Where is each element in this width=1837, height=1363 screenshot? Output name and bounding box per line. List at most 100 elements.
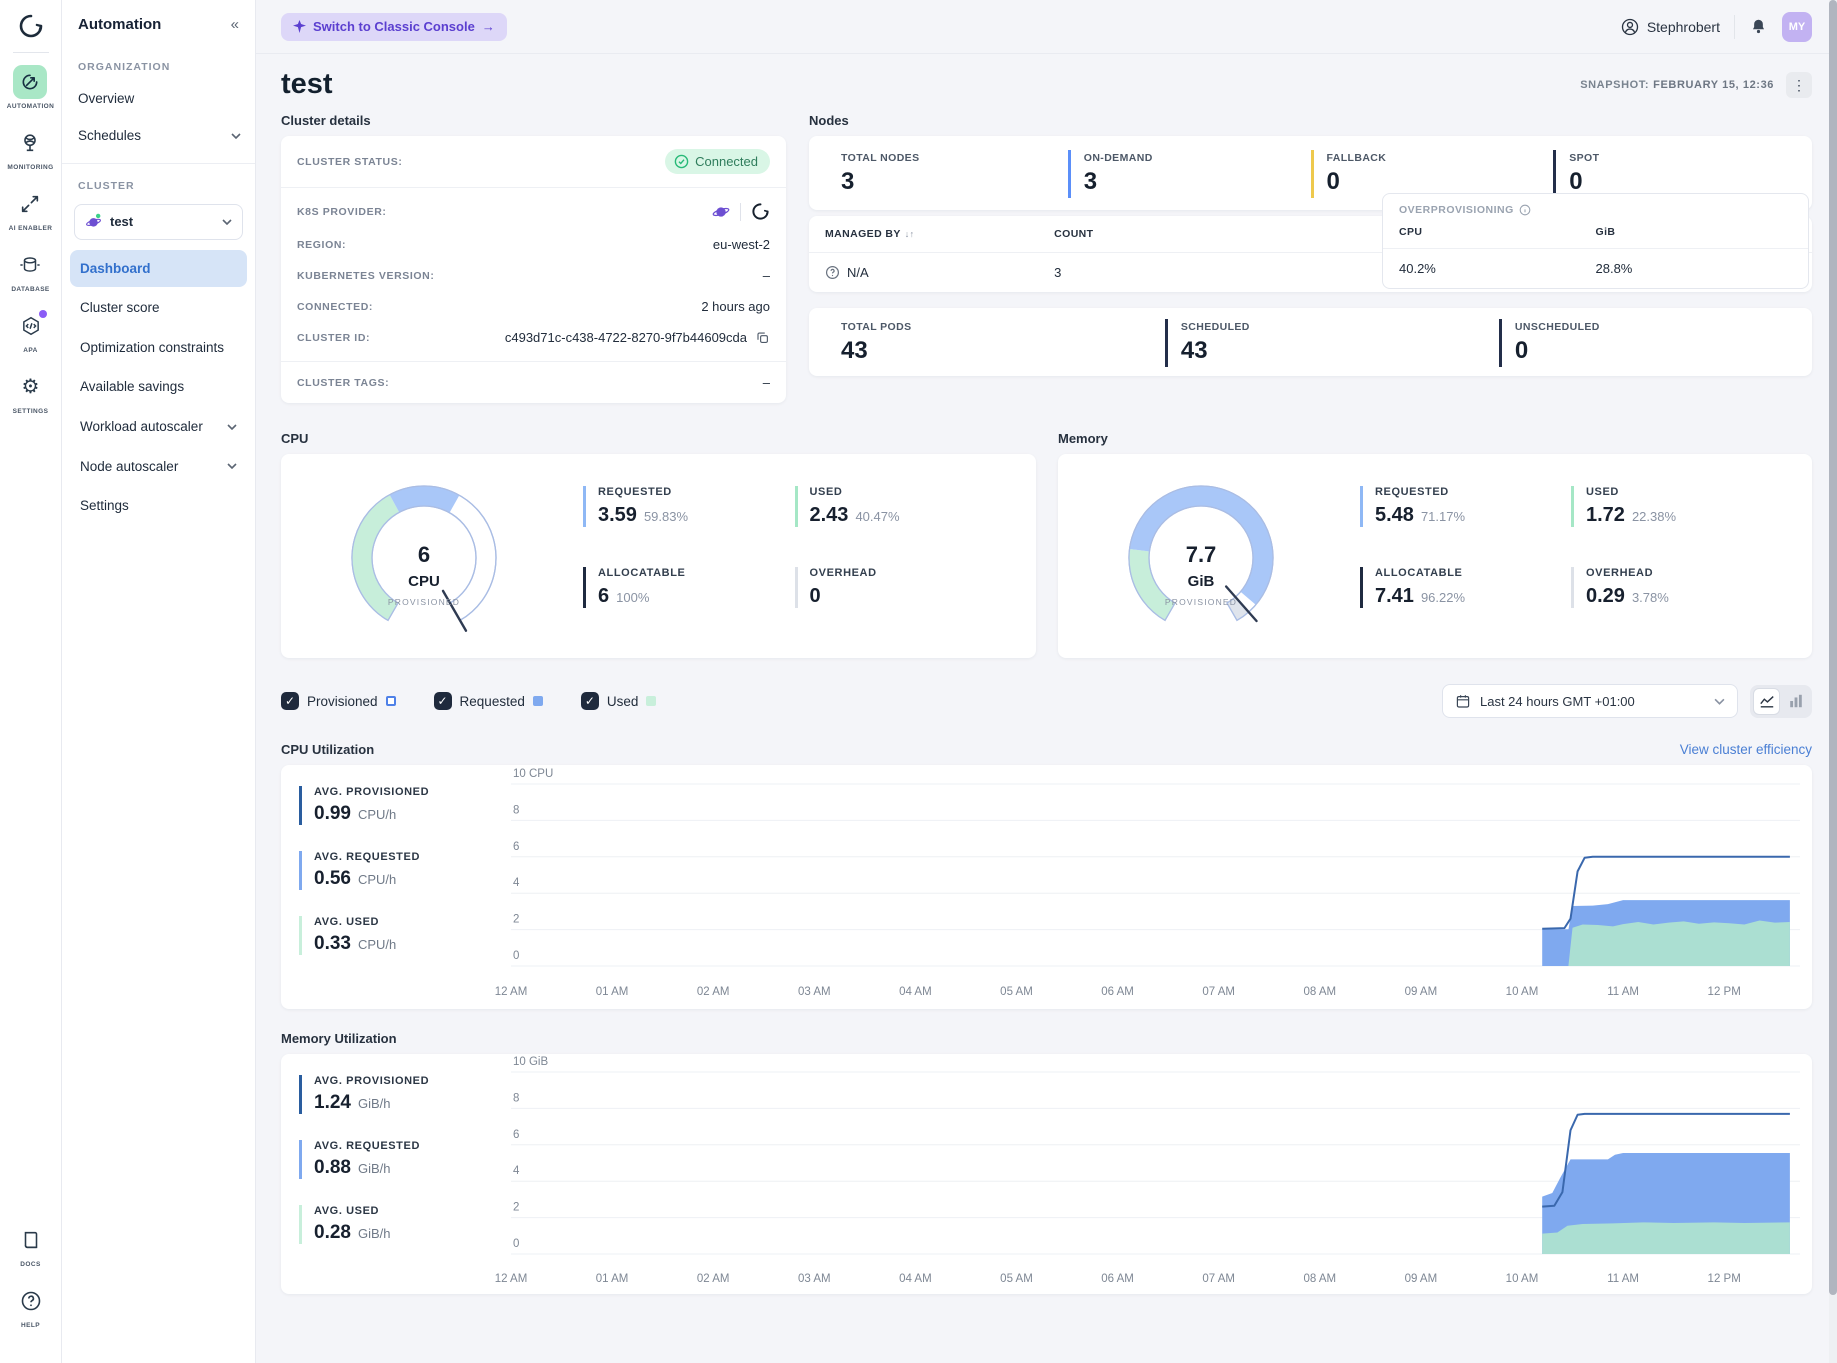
view-cluster-efficiency-link[interactable]: View cluster efficiency (1680, 742, 1812, 757)
memory-title: Memory (1058, 431, 1812, 446)
stat-total-pods: TOTAL PODS 43 (825, 319, 1165, 367)
rail-item-ai-enabler[interactable]: AI ENABLER (9, 187, 53, 232)
svg-text:05 AM: 05 AM (1000, 1273, 1033, 1285)
rail-label: SETTINGS (13, 408, 49, 415)
cpu-section: CPU 6CPUPROVISIONED REQUESTED 3.5959.83%… (281, 431, 1036, 658)
cluster-id-value: c493d71c-c438-4722-8270-9f7b44609cda (505, 330, 747, 345)
svg-text:04 AM: 04 AM (899, 986, 932, 998)
svg-text:CPU: CPU (408, 573, 440, 590)
sparkle-icon (293, 20, 306, 33)
time-range-value: Last 24 hours GMT +01:00 (1480, 694, 1705, 709)
stat-on-demand: ON-DEMAND 3 (1068, 150, 1311, 198)
switch-to-classic-console-button[interactable]: Switch to Classic Console → (281, 13, 507, 41)
rail-item-monitoring[interactable]: MONITORING (7, 126, 53, 171)
rail-item-automation[interactable]: AUTOMATION (7, 65, 54, 110)
cast-ai-logo-icon[interactable] (17, 12, 45, 40)
cpu-title: CPU (281, 431, 1036, 446)
rail-label: AUTOMATION (7, 103, 54, 110)
avatar[interactable]: MY (1782, 12, 1812, 42)
chevron-down-icon (1714, 698, 1725, 705)
cluster-details-card: CLUSTER STATUS: Connected K8S PROVIDER: (281, 136, 786, 403)
svg-text:11 AM: 11 AM (1607, 986, 1639, 998)
ai-enabler-icon (13, 187, 47, 221)
svg-text:03 AM: 03 AM (798, 1273, 831, 1285)
cluster-tags-value: – (763, 375, 770, 390)
scrollbar-thumb[interactable] (1829, 0, 1837, 1295)
checkbox-provisioned[interactable]: ✓ Provisioned (281, 692, 396, 710)
svg-text:PROVISIONED: PROVISIONED (388, 597, 460, 607)
overprov-gib-header: GiB (1596, 226, 1793, 238)
svg-text:12 AM: 12 AM (495, 1273, 528, 1285)
checkbox-used[interactable]: ✓ Used (581, 692, 657, 710)
cpu-stat-used: USED 2.4340.47% (795, 486, 1007, 527)
avg-used-stat: AVG. USED 0.33CPU/h (299, 916, 429, 955)
sidebar-item-label: Optimization constraints (80, 340, 224, 355)
rail-bottom-group: DOCS HELP (14, 1223, 48, 1345)
sidebar-item-cluster-score[interactable]: Cluster score (70, 289, 247, 327)
sidebar-item-optimization-constraints[interactable]: Optimization constraints (70, 329, 247, 367)
rail-item-docs[interactable]: DOCS (14, 1223, 48, 1268)
sidebar-item-label: Overview (78, 90, 134, 109)
sidebar-item-overview[interactable]: Overview (62, 81, 255, 118)
line-chart-toggle-button[interactable] (1753, 688, 1780, 715)
info-icon[interactable] (1519, 204, 1531, 216)
rail-item-database[interactable]: DATABASE (11, 248, 49, 293)
sidebar-item-label: Cluster score (80, 300, 160, 315)
provisioned-swatch (386, 696, 396, 706)
svg-text:02 AM: 02 AM (697, 1273, 730, 1285)
sidebar-item-dashboard[interactable]: Dashboard (70, 250, 247, 288)
memory-utilization-section: Memory Utilization AVG. PROVISIONED 1.24… (256, 1031, 1837, 1294)
switch-button-label: Switch to Classic Console (313, 19, 475, 34)
sidebar-item-workload-autoscaler[interactable]: Workload autoscaler (70, 408, 247, 446)
sidebar-item-available-savings[interactable]: Available savings (70, 368, 247, 406)
avg-provisioned-stat: AVG. PROVISIONED 0.99CPU/h (299, 786, 429, 825)
svg-text:6: 6 (418, 542, 430, 567)
topbar-divider (1734, 15, 1735, 39)
database-icon (13, 248, 47, 282)
svg-text:09 AM: 09 AM (1405, 986, 1438, 998)
cluster-select-value: test (110, 214, 214, 229)
rail-item-help[interactable]: HELP (14, 1284, 48, 1329)
memory-utilization-card: AVG. PROVISIONED 1.24GiB/h AVG. REQUESTE… (281, 1054, 1812, 1294)
bell-icon[interactable] (1749, 17, 1768, 36)
chart-type-toggle (1750, 685, 1812, 718)
svg-text:08 AM: 08 AM (1303, 1273, 1336, 1285)
cluster-id-label: CLUSTER ID: (297, 332, 370, 344)
gear-icon: ⚙ (13, 370, 47, 404)
bar-chart-toggle-button[interactable] (1782, 688, 1809, 715)
managed-by-column-header[interactable]: MANAGED BY↓↑ (825, 228, 1054, 240)
sidebar-item-label: Settings (80, 498, 129, 513)
svg-text:0: 0 (513, 950, 519, 962)
user-menu[interactable]: Stephrobert (1620, 17, 1720, 37)
cluster-section-label: CLUSTER (62, 166, 255, 200)
svg-text:04 AM: 04 AM (899, 1273, 932, 1285)
stat-fallback: FALLBACK 0 (1311, 150, 1554, 198)
sidebar-item-schedules[interactable]: Schedules (62, 118, 255, 155)
connected-value: 2 hours ago (701, 299, 770, 314)
sidebar-item-settings[interactable]: Settings (70, 487, 247, 525)
memory-utilization-title: Memory Utilization (281, 1031, 397, 1046)
kebab-menu-button[interactable]: ⋮ (1786, 72, 1812, 98)
time-range-select[interactable]: Last 24 hours GMT +01:00 (1442, 684, 1738, 718)
sidebar-item-node-autoscaler[interactable]: Node autoscaler (70, 448, 247, 486)
sidebar-item-label: Schedules (78, 127, 141, 146)
cast-ai-mark-icon (751, 202, 770, 221)
collapse-sidebar-icon[interactable]: « (231, 16, 239, 33)
memory-gauge: 7.7GiBPROVISIONED (1106, 470, 1296, 642)
cluster-select[interactable]: test (74, 204, 243, 240)
snapshot-timestamp: SNAPSHOT:FEBRUARY 15, 12:36 (1580, 79, 1774, 91)
checkbox-requested[interactable]: ✓ Requested (434, 692, 543, 710)
svg-text:8: 8 (513, 804, 519, 816)
automation-icon (13, 65, 47, 99)
rail-item-settings[interactable]: ⚙ SETTINGS (13, 370, 49, 415)
rail-item-apa[interactable]: APA (14, 309, 48, 354)
cluster-tags-label: CLUSTER TAGS: (297, 377, 389, 389)
kubernetes-version-label: KUBERNETES VERSION: (297, 270, 434, 282)
k8s-provider-label: K8S PROVIDER: (297, 206, 386, 218)
cpu-utilization-title: CPU Utilization (281, 742, 374, 757)
stat-unscheduled: UNSCHEDULED 0 (1499, 319, 1796, 367)
user-name: Stephrobert (1647, 19, 1720, 35)
managed-by-value: N/A (847, 265, 869, 280)
copy-icon[interactable] (755, 330, 770, 345)
stat-spot: SPOT 0 (1553, 150, 1796, 198)
